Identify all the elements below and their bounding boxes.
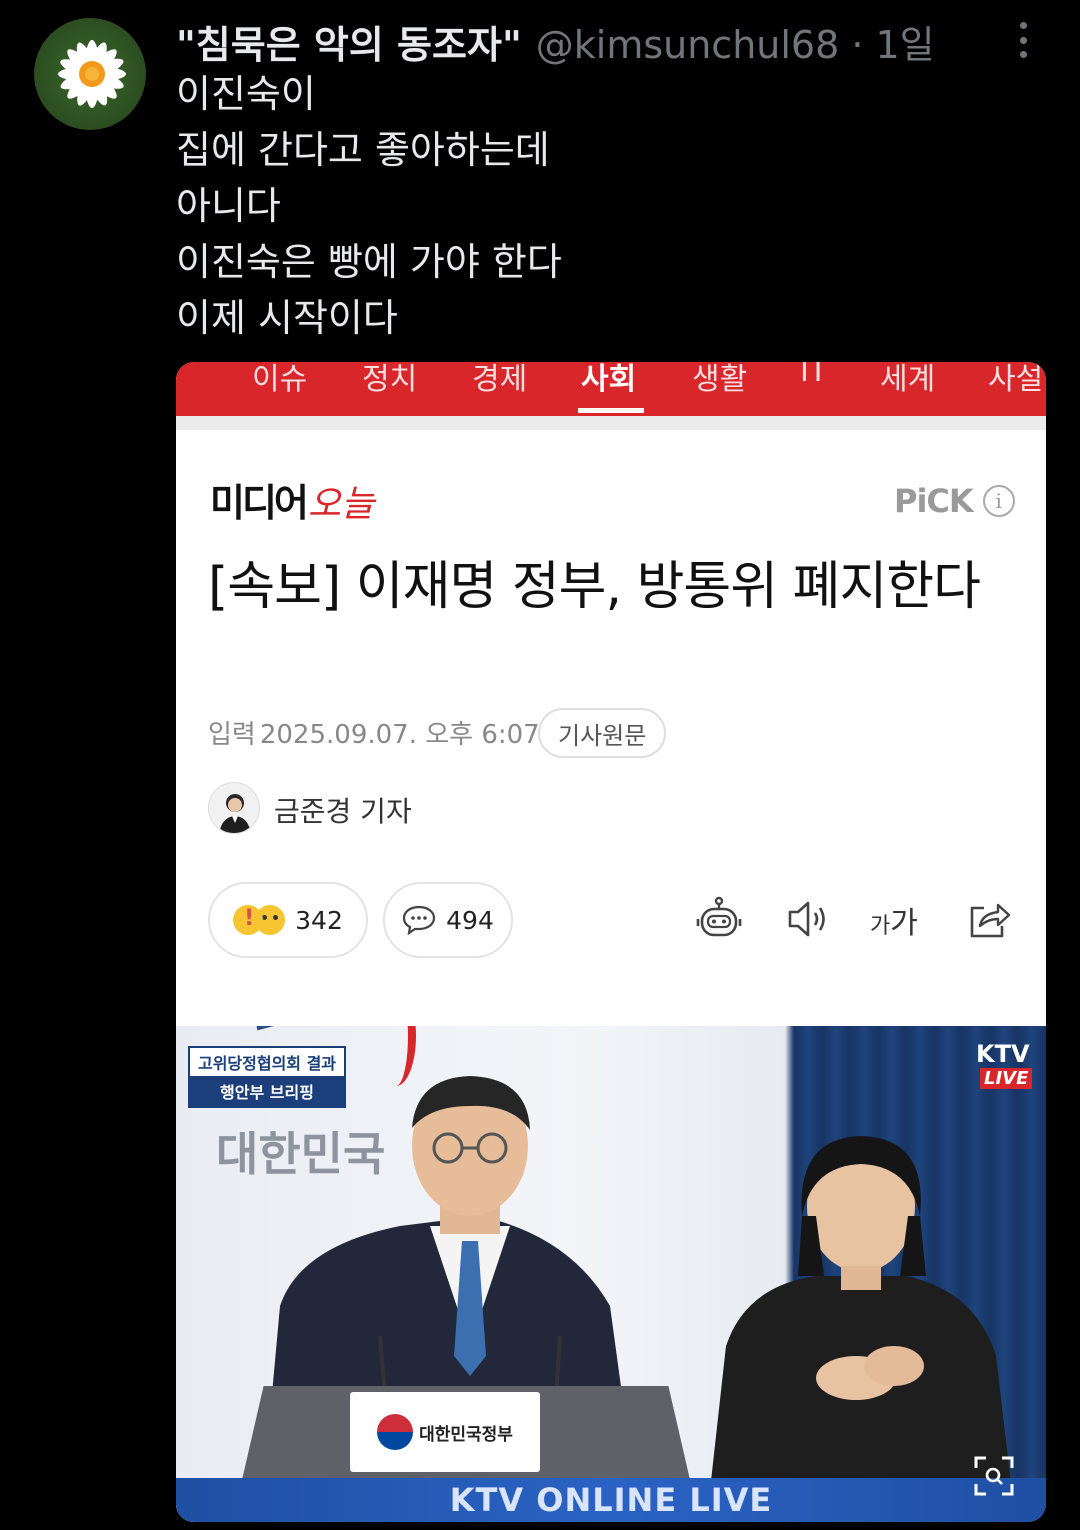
tweet-header: "침묵은 악의 동조자" @kimsunchul68 · 1일 <box>176 14 935 69</box>
tweet-line: 이진숙이 <box>176 72 316 116</box>
user-handle[interactable]: @kimsunchul68 · 1일 <box>536 14 935 69</box>
podium-plate: 대한민국정부 <box>350 1392 540 1472</box>
channel-logo: KTV <box>976 1040 1030 1068</box>
reporter-avatar <box>208 782 260 834</box>
video-thumbnail: 대한민국 고위당정협의회 결과 행안부 브리핑 KTV LIVE 대한민국정부 … <box>176 1026 1046 1522</box>
tweet-line: 집에 간다고 좋아하는데 <box>176 128 550 172</box>
share-icon <box>970 903 1011 938</box>
tweet-line: 이진숙은 빵에 가야 한다 <box>176 240 562 284</box>
article-dateline: 입력 2025.09.07. 오후 6:07 <box>208 714 540 751</box>
nav-item: 정치 <box>362 362 418 397</box>
font-size-icon: 가가 <box>870 898 918 942</box>
comment-button: 494 <box>383 882 513 958</box>
live-banner-text: KTV ONLINE LIVE <box>449 1481 773 1519</box>
divider <box>176 416 1046 430</box>
reaction-count: 342 <box>295 905 343 935</box>
nav-item-active: 사회 <box>581 362 637 397</box>
press-logo-script: 오늘 <box>307 484 375 525</box>
reaction-button: 342 <box>208 882 368 958</box>
nav-item: IT <box>800 362 828 389</box>
pick-label: PiCK <box>894 482 974 520</box>
comment-count: 494 <box>446 905 494 935</box>
article-date: 2025.09.07. 오후 6:07 <box>259 720 540 750</box>
live-badge: LIVE <box>980 1068 1033 1089</box>
nav-item: 세계 <box>880 362 936 397</box>
user-avatar[interactable] <box>34 18 146 130</box>
sign-language-interpreter <box>706 1136 1016 1522</box>
tweet-line: 아니다 <box>176 184 281 228</box>
display-name[interactable]: "침묵은 악의 동조자" <box>176 14 522 69</box>
nav-item: 사설 <box>988 362 1044 397</box>
press-logo: 미디어 오늘 <box>210 472 374 527</box>
robot-summary-icon <box>696 896 742 937</box>
live-banner: KTV ONLINE LIVE <box>176 1478 1046 1522</box>
expand-icon <box>974 1456 1014 1496</box>
government-emblem-icon <box>377 1414 414 1450</box>
attached-image[interactable]: 이슈 정치 경제 사회 생활 IT 세계 사설 미디어 오늘 PiCK i [속… <box>176 362 1046 1522</box>
speaker-icon <box>788 901 825 937</box>
date-label: 입력 <box>208 720 256 750</box>
surprised-emoji-icon <box>233 905 264 935</box>
font-size-large: 가 <box>890 906 918 941</box>
font-size-small: 가 <box>870 914 891 939</box>
tweet-line: 이제 시작이다 <box>176 296 398 340</box>
reporter-name: 금준경 기자 <box>274 795 412 828</box>
article-headline: [속보] 이재명 정부, 방통위 폐지한다 <box>208 557 981 617</box>
active-tab-indicator <box>578 408 644 413</box>
tweet-text: 이진숙이 집에 간다고 좋아하는데 아니다 이진숙은 빵에 가야 한다 이제 시… <box>176 66 562 346</box>
news-category-nav: 이슈 정치 경제 사회 생활 IT 세계 사설 <box>176 362 1046 416</box>
nav-item: 생활 <box>692 362 748 397</box>
original-article-button: 기사원문 <box>538 708 667 758</box>
more-options-icon[interactable] <box>1008 22 1038 58</box>
info-icon: i <box>982 485 1015 517</box>
comment-icon <box>403 905 436 935</box>
podium-label: 대한민국정부 <box>419 1424 513 1445</box>
pick-badge: PiCK i <box>894 482 1015 520</box>
press-logo-text: 미디어 <box>210 481 309 525</box>
nav-item: 이슈 <box>252 362 308 397</box>
nav-item: 경제 <box>472 362 528 397</box>
